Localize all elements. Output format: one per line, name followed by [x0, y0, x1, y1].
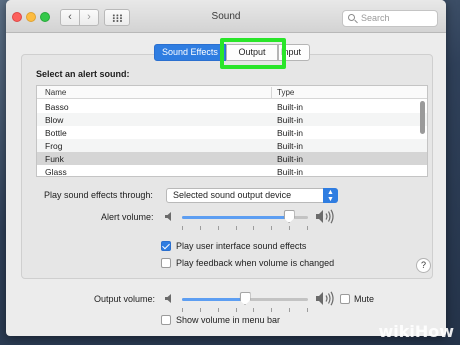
slider-tick: [199, 226, 201, 230]
tab-input-label: Input: [281, 47, 302, 57]
column-header-type[interactable]: Type: [277, 88, 294, 97]
table-header: Name Type: [37, 86, 427, 99]
row-type: Built-in: [277, 154, 303, 164]
row-name: Funk: [45, 154, 64, 164]
speaker-high-icon: [316, 209, 334, 224]
output-volume-label: Output volume:: [94, 294, 156, 304]
tab-sound-effects[interactable]: Sound Effects: [154, 44, 226, 61]
watermark-how: How: [414, 322, 454, 341]
output-volume-knob[interactable]: [239, 292, 251, 305]
help-button[interactable]: ?: [416, 258, 431, 273]
ui-sound-effects-label: Play user interface sound effects: [176, 241, 307, 251]
search-icon: [348, 14, 355, 21]
tab-bar: Sound Effects Output Input: [154, 44, 310, 61]
wikihow-watermark: wikiHow: [378, 322, 454, 341]
row-type: Built-in: [277, 115, 303, 125]
slider-tick: [235, 226, 237, 230]
slider-tick: [271, 226, 273, 230]
slider-tick: [253, 226, 255, 230]
search-placeholder: Search: [361, 13, 390, 23]
row-name: Glass: [45, 167, 67, 177]
slider-tick: [253, 308, 255, 312]
row-type: Built-in: [277, 102, 303, 112]
slider-tick: [217, 226, 219, 230]
column-header-name[interactable]: Name: [45, 88, 66, 97]
row-name: Frog: [45, 141, 63, 151]
table-scrollbar[interactable]: [420, 101, 425, 134]
table-row[interactable]: Basso Built-in: [37, 100, 427, 113]
show-volume-menu-bar-label: Show volume in menu bar: [176, 315, 281, 325]
speaker-low-icon: [165, 212, 171, 221]
slider-tick: [199, 308, 201, 312]
popup-arrows-icon: ▲ ▼: [323, 188, 338, 203]
slider-tick: [217, 308, 219, 312]
row-type: Built-in: [277, 167, 303, 177]
output-volume-ticks: [182, 308, 308, 312]
mute-label: Mute: [354, 294, 375, 304]
tab-output[interactable]: Output: [226, 44, 278, 61]
ui-sound-effects-checkbox[interactable]: [161, 241, 171, 251]
slider-tick: [289, 308, 291, 312]
output-volume-fill: [182, 298, 245, 301]
slider-tick: [271, 308, 273, 312]
output-device-select[interactable]: Selected sound output device ▲ ▼: [166, 188, 338, 203]
row-name: Basso: [45, 102, 69, 112]
table-row[interactable]: Bottle Built-in: [37, 126, 427, 139]
slider-tick: [182, 226, 183, 230]
alert-sound-table[interactable]: Name Type Basso Built-in Blow Built-in B…: [36, 85, 428, 177]
row-name: Bottle: [45, 128, 67, 138]
slider-tick: [307, 308, 308, 312]
volume-feedback-label: Play feedback when volume is changed: [176, 258, 335, 268]
slider-tick: [289, 226, 291, 230]
alert-volume-fill: [182, 216, 290, 219]
sound-preferences-window: ‹ › Sound Search Sound Effects Output In…: [6, 0, 446, 336]
slider-tick: [307, 226, 308, 230]
row-type: Built-in: [277, 128, 303, 138]
alert-volume-label: Alert volume:: [101, 212, 154, 222]
title-bar: ‹ › Sound Search: [6, 0, 446, 33]
tab-input[interactable]: Input: [278, 44, 310, 61]
play-through-label: Play sound effects through:: [44, 190, 153, 200]
row-name: Blow: [45, 115, 64, 125]
alert-volume-ticks: [182, 226, 308, 230]
output-device-value: Selected sound output device: [173, 190, 292, 200]
alert-sound-heading: Select an alert sound:: [36, 69, 130, 79]
slider-tick: [182, 308, 183, 312]
row-type: Built-in: [277, 141, 303, 151]
table-row[interactable]: Frog Built-in: [37, 139, 427, 152]
table-row[interactable]: Glass Built-in: [37, 165, 427, 177]
watermark-wiki: wiki: [378, 322, 415, 341]
speaker-high-icon: [316, 291, 334, 306]
search-field[interactable]: Search: [342, 10, 438, 27]
show-volume-menu-bar-checkbox[interactable]: [161, 315, 171, 325]
speaker-low-icon: [165, 294, 171, 303]
table-row-selected[interactable]: Funk Built-in: [37, 152, 427, 165]
column-divider: [271, 87, 272, 98]
slider-tick: [235, 308, 237, 312]
mute-checkbox[interactable]: [340, 294, 350, 304]
volume-feedback-checkbox[interactable]: [161, 258, 171, 268]
table-row[interactable]: Blow Built-in: [37, 113, 427, 126]
